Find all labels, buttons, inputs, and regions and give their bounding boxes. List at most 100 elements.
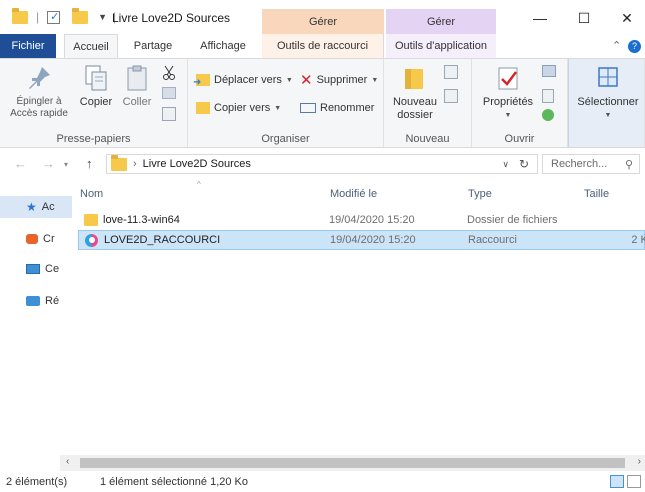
title-bar: | ✓ ▼ | Livre Love2D Sources Gérer Gérer… [0,0,645,34]
breadcrumb-current[interactable]: Livre Love2D Sources [143,158,251,170]
file-list: ^ Nom Modifié le Type Taille love-11.3-w… [72,180,645,450]
tab-outils-application[interactable]: Outils d'application [386,34,496,58]
pin-icon [24,63,54,93]
tab-accueil[interactable]: Accueil [64,34,118,58]
context-tab-gerer-shortcut[interactable]: Gérer [262,9,384,34]
delete-button[interactable]: ✕ Supprimer ▼ [300,71,378,89]
group-nouveau: Nouveau dossier Nouveau [384,59,472,147]
group-presse-papiers: Épingler à Accès rapide Copier Coller Pr… [0,59,188,147]
properties-icon [493,63,523,93]
folder-icon[interactable] [12,7,28,24]
file-row-love-folder[interactable]: love-11.3-win64 19/04/2020 15:20 Dossier… [78,211,645,231]
up-arrow-icon[interactable]: ↑ [86,156,93,171]
horizontal-scrollbar[interactable]: ‹ › [60,455,645,471]
new-folder-big-icon [400,63,430,93]
search-icon: ⚲ [624,158,633,171]
copy-path-icon[interactable] [162,87,176,99]
context-tab-gerer-application[interactable]: Gérer [386,9,496,34]
copy-to-button[interactable]: Copier vers ▼ [196,99,281,117]
history-icon[interactable] [542,109,554,121]
folder-icon [111,154,127,171]
move-folder-icon: ➜ [193,74,210,88]
nav-item-creative-cloud[interactable]: Cr [0,228,72,250]
tab-outils-raccourci[interactable]: Outils de raccourci [262,34,384,58]
column-header-size[interactable]: Taille [584,188,609,200]
delete-x-icon: ✕ [300,72,313,89]
column-header-type[interactable]: Type [468,188,492,200]
scroll-left-icon[interactable]: ‹ [66,456,69,467]
close-button[interactable]: ✕ [607,6,645,30]
love-shortcut-icon [85,234,98,247]
file-row-love-shortcut[interactable]: LOVE2D_RACCOURCI 19/04/2020 15:20 Raccou… [78,230,645,250]
chevron-down-icon: ▼ [504,112,512,119]
navigation-bar: ← → ▾ ↑ › Livre Love2D Sources ∨ ↻ Reche… [0,150,645,178]
move-to-button[interactable]: ➜ Déplacer vers ▼ [193,71,293,89]
new-folder-button[interactable]: Nouveau dossier [390,63,440,122]
group-label-nouveau: Nouveau [405,133,450,145]
help-icon[interactable]: ? [628,40,641,53]
breadcrumb-chevron-icon[interactable]: › [133,158,137,170]
chevron-down-icon: ▼ [285,76,293,84]
search-input[interactable]: Recherch... [551,158,607,170]
tab-affichage[interactable]: Affichage [190,34,256,58]
clipboard-icon [122,63,152,93]
nav-item-network[interactable]: Ré [0,290,72,312]
copy-icon [81,63,111,93]
rename-icon [300,103,316,113]
folder-icon [84,214,98,226]
status-selection: 1 élément sélectionné 1,20 Ko [100,476,248,488]
copy-button[interactable]: Copier [76,63,116,109]
status-item-count: 2 élément(s) [6,476,68,488]
navigation-pane: ★ Ac Cr Ce Ré [0,180,72,450]
maximize-button[interactable]: ☐ [564,6,604,30]
select-button[interactable]: Sélectionner ▼ [573,63,643,122]
rename-button[interactable]: Renommer [300,99,374,117]
group-label-organiser: Organiser [261,133,310,145]
minimize-button[interactable]: — [520,6,560,30]
creative-cloud-icon [26,234,38,244]
quick-access-toolbar: | ✓ ▼ | [12,7,116,25]
column-header-name[interactable]: Nom [80,188,103,200]
collapse-ribbon-icon[interactable]: ⌃ [612,34,621,58]
group-label-presse-papiers: Presse-papiers [56,133,131,145]
nav-item-this-pc[interactable]: Ce [0,258,72,280]
back-arrow-icon[interactable]: ← [14,156,27,171]
scrollbar-thumb[interactable] [80,458,625,468]
recent-locations-icon[interactable]: ▾ [64,160,68,169]
cut-icon[interactable] [162,65,176,84]
status-bar: 2 élément(s) 1 élément sélectionné 1,20 … [0,472,645,492]
search-box[interactable]: Recherch... ⚲ [542,154,640,174]
edit-icon[interactable] [542,89,554,103]
tab-partage[interactable]: Partage [126,34,180,58]
refresh-icon[interactable]: ↻ [519,157,529,171]
select-grid-icon [593,63,623,93]
address-bar[interactable]: › Livre Love2D Sources ∨ ↻ [106,154,538,174]
tab-fichier[interactable]: Fichier [0,34,56,58]
large-icons-view-icon[interactable] [627,475,641,488]
column-header-modified[interactable]: Modifié le [330,188,377,200]
details-view-icon[interactable] [610,475,624,488]
new-folder-icon[interactable] [72,7,89,24]
window-title: Livre Love2D Sources [112,11,231,25]
forward-arrow-icon[interactable]: → [42,156,55,171]
nav-item-quick-access[interactable]: ★ Ac [0,196,72,218]
address-dropdown-icon[interactable]: ∨ [502,159,509,170]
copy-folder-icon [196,102,210,114]
properties-button[interactable]: Propriétés ▼ [480,63,536,122]
open-icon[interactable] [542,65,556,77]
scroll-right-icon[interactable]: › [638,456,641,467]
paste-button[interactable]: Coller [118,63,156,109]
pin-quick-access-button[interactable]: Épingler à Accès rapide [8,63,70,120]
group-organiser: ➜ Déplacer vers ▼ Copier vers ▼ ✕ Suppri… [188,59,384,147]
sort-ascending-icon: ^ [197,180,201,189]
paste-shortcut-icon[interactable] [162,107,176,121]
easy-access-icon[interactable] [444,89,458,103]
chevron-down-icon: ▼ [371,76,379,84]
customize-quick-access-icon[interactable]: ▼ [98,12,107,22]
ribbon: Épingler à Accès rapide Copier Coller Pr… [0,58,645,148]
computer-icon [26,264,40,274]
group-selectionner: Sélectionner ▼ [568,59,645,147]
group-ouvrir: Propriétés ▼ Ouvrir [472,59,568,147]
new-item-icon[interactable] [444,65,458,79]
properties-check-icon[interactable]: ✓ [47,10,61,24]
